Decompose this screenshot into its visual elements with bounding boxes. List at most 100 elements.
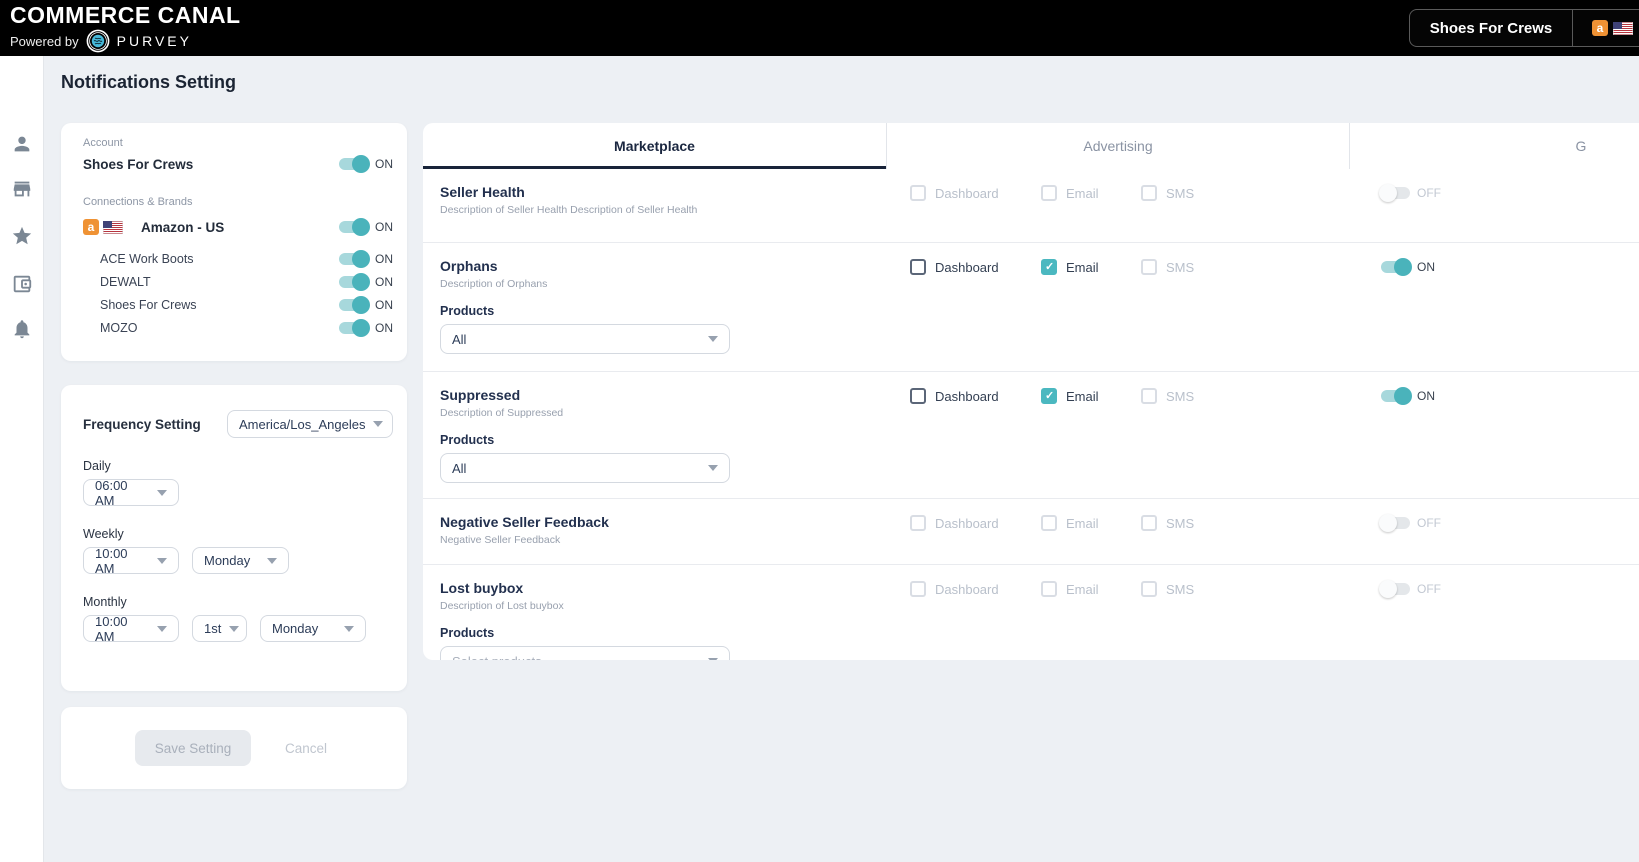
checkbox-box — [1141, 515, 1157, 531]
checkbox-email[interactable]: Email — [1041, 259, 1099, 275]
toggle-knob — [352, 296, 370, 314]
chevron-down-icon — [708, 658, 718, 660]
notification-toggle[interactable] — [1381, 187, 1410, 199]
products-dropdown[interactable]: All — [440, 324, 730, 354]
timezone-dropdown[interactable]: America/Los_Angeles — [227, 410, 393, 438]
actions-card: Save Setting Cancel — [61, 707, 407, 789]
notification-row: Orphans Description of Orphans Products … — [423, 242, 1639, 371]
chevron-down-icon — [157, 626, 167, 632]
products-dropdown[interactable]: Select products — [440, 646, 730, 660]
checkbox-box[interactable] — [1041, 388, 1057, 404]
toggle-state-label: OFF — [1417, 186, 1441, 200]
toggle-knob — [352, 218, 370, 236]
amazon-icon — [83, 219, 99, 235]
us-flag-icon — [1613, 22, 1633, 35]
checkbox-label: Dashboard — [935, 389, 999, 404]
star-icon[interactable] — [11, 225, 33, 247]
brand-toggle-state: ON — [375, 298, 393, 312]
connection-row: Amazon - US ON — [83, 214, 397, 240]
products-dropdown[interactable]: All — [440, 453, 730, 483]
checkbox-box — [910, 515, 926, 531]
products-section: Products All — [440, 433, 1623, 483]
notification-row: Suppressed Description of Suppressed Pro… — [423, 371, 1639, 498]
save-setting-button[interactable]: Save Setting — [135, 730, 251, 766]
checkbox-box[interactable] — [910, 388, 926, 404]
notification-description: Description of Lost buybox — [440, 600, 1623, 613]
monthly-ordinal-dropdown[interactable]: 1st — [192, 615, 247, 642]
notification-toggle[interactable] — [1381, 390, 1410, 402]
brand-toggle-group: ON — [339, 298, 393, 312]
top-header: COMMERCE CANAL Powered by PURVEY Shoes F… — [0, 0, 1639, 56]
account-card: Account Shoes For Crews ON Connections &… — [61, 123, 407, 361]
cancel-button[interactable]: Cancel — [279, 740, 333, 757]
toggle-state-label: OFF — [1417, 582, 1441, 596]
checkbox-label: SMS — [1166, 516, 1194, 531]
powered-by-row: Powered by PURVEY — [10, 29, 241, 53]
monthly-time-dropdown[interactable]: 10:00 AM — [83, 615, 179, 642]
brand-name: DEWALT — [100, 275, 151, 289]
products-label: Products — [440, 433, 1623, 447]
daily-time-dropdown[interactable]: 06:00 AM — [83, 479, 179, 506]
store-icon[interactable] — [11, 178, 33, 200]
brand-name: MOZO — [100, 321, 138, 335]
checkbox-box — [1141, 185, 1157, 201]
checkbox-box[interactable] — [910, 259, 926, 275]
account-chip-label: Shoes For Crews — [1410, 20, 1572, 37]
notification-row: Negative Seller Feedback Negative Seller… — [423, 498, 1639, 564]
account-selector-chip[interactable]: Shoes For Crews — [1409, 9, 1639, 47]
tab-global-cutoff[interactable]: G — [1349, 123, 1639, 169]
monthly-day-value: Monday — [272, 621, 318, 636]
toggle-knob — [1379, 184, 1397, 202]
account-section-label: Account — [83, 137, 397, 149]
chip-icons — [1573, 20, 1633, 36]
toggle-knob — [1394, 387, 1412, 405]
brand-row: MOZO ON — [83, 316, 397, 339]
checkbox-box — [1041, 581, 1057, 597]
checkbox-dashboard: Dashboard — [910, 515, 999, 531]
notification-description: Description of Orphans — [440, 278, 1623, 291]
monthly-selects: 10:00 AM 1st Monday — [83, 615, 393, 642]
tab-marketplace[interactable]: Marketplace — [423, 123, 886, 169]
brand-toggle[interactable] — [339, 299, 368, 311]
brand-toggle[interactable] — [339, 276, 368, 288]
connection-toggle[interactable] — [339, 221, 368, 233]
tab-advertising[interactable]: Advertising — [886, 123, 1349, 169]
weekly-day-dropdown[interactable]: Monday — [192, 547, 289, 574]
brand-toggle[interactable] — [339, 253, 368, 265]
checkbox-email: Email — [1041, 185, 1099, 201]
daily-selects: 06:00 AM — [83, 479, 393, 506]
checkbox-dashboard[interactable]: Dashboard — [910, 388, 999, 404]
frequency-header-row: Frequency Setting America/Los_Angeles — [83, 410, 393, 438]
checkbox-box[interactable] — [1041, 259, 1057, 275]
checkbox-sms: SMS — [1141, 259, 1194, 275]
row-toggle-group: OFF — [1381, 516, 1441, 530]
frequency-card: Frequency Setting America/Los_Angeles Da… — [61, 385, 407, 691]
account-toggle[interactable] — [339, 158, 368, 170]
checkbox-dashboard[interactable]: Dashboard — [910, 259, 999, 275]
monthly-day-dropdown[interactable]: Monday — [260, 615, 366, 642]
timezone-value: America/Los_Angeles — [239, 417, 365, 432]
checkbox-email[interactable]: Email — [1041, 388, 1099, 404]
brand-row: ACE Work Boots ON — [83, 247, 397, 270]
account-toggle-group: ON — [339, 157, 393, 171]
products-value: All — [452, 332, 466, 347]
checkbox-dashboard: Dashboard — [910, 185, 999, 201]
tab-bar: Marketplace Advertising G — [423, 123, 1639, 169]
page-title: Notifications Setting — [61, 72, 236, 93]
notification-toggle[interactable] — [1381, 261, 1410, 273]
products-value: All — [452, 461, 466, 476]
brand-toggle[interactable] — [339, 322, 368, 334]
weekly-time-dropdown[interactable]: 10:00 AM — [83, 547, 179, 574]
notification-toggle[interactable] — [1381, 517, 1410, 529]
monthly-time-value: 10:00 AM — [95, 614, 149, 644]
brand-name: Shoes For Crews — [100, 298, 197, 312]
chevron-down-icon — [373, 421, 383, 427]
notification-toggle[interactable] — [1381, 583, 1410, 595]
bell-icon[interactable] — [11, 318, 33, 340]
user-icon[interactable] — [11, 133, 33, 155]
wallet-icon[interactable] — [11, 273, 33, 295]
products-label: Products — [440, 626, 1623, 640]
chevron-down-icon — [267, 558, 277, 564]
purvey-brand: PURVEY — [117, 33, 192, 49]
checkbox-label: SMS — [1166, 582, 1194, 597]
